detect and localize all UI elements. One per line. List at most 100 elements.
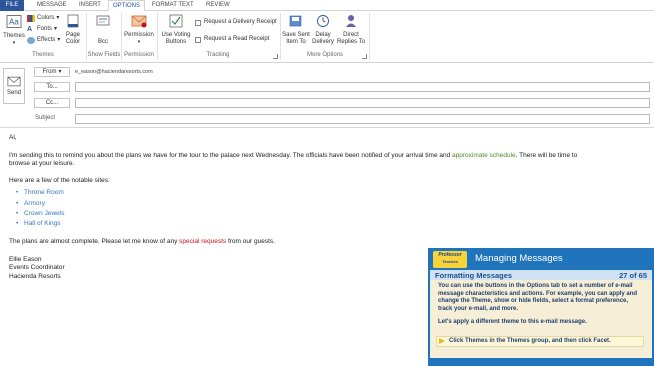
list-item: Armory xyxy=(16,200,45,207)
save-sent-item-button[interactable]: Save Sent Item To xyxy=(282,14,310,46)
voting-icon xyxy=(169,14,183,28)
page-color-icon xyxy=(67,14,79,28)
send-button[interactable]: Send xyxy=(3,68,25,104)
arrow-right-icon xyxy=(439,338,445,344)
tutorial-action: Click Themes in the Themes group, and th… xyxy=(436,336,644,347)
themes-group-label: Themes xyxy=(32,52,54,58)
bcc-button[interactable]: Bcc xyxy=(92,14,114,46)
header-divider xyxy=(0,127,654,128)
clock-icon xyxy=(317,15,329,27)
tutorial-text: You can use the buttons in the Options t… xyxy=(438,283,638,325)
tracking-group-label: Tracking xyxy=(206,52,230,58)
fonts-icon: A xyxy=(27,26,33,33)
delivery-receipt-label: Request a Delivery Receipt xyxy=(204,19,277,25)
cc-button[interactable]: Cc... xyxy=(34,98,70,108)
tutorial-panel: Professor Teaches Managing Messages Form… xyxy=(428,248,654,366)
show-fields-group-label: Show Fields xyxy=(87,52,121,58)
voting-label-2: Buttons xyxy=(165,39,187,45)
para1-text-b: . There will be time to xyxy=(515,151,578,159)
fonts-button[interactable]: A Fonts ▾ xyxy=(27,25,57,34)
send-label: Send xyxy=(6,90,21,96)
tab-message[interactable]: MESSAGE xyxy=(33,0,71,11)
direct-label-2: Replies To xyxy=(337,39,365,45)
delay-label-1: Delay xyxy=(315,32,331,38)
direct-replies-button[interactable]: Direct Replies To xyxy=(336,14,366,46)
direct-label-1: Direct xyxy=(343,32,359,38)
greeting: Al, xyxy=(9,134,17,141)
themes-label: Themes xyxy=(3,33,25,39)
permission-label: Permission xyxy=(124,32,154,38)
more-options-group-label: More Options xyxy=(306,52,343,58)
para1-text-a: I'm sending this to remind you about the… xyxy=(9,151,453,159)
from-label: From xyxy=(42,69,57,75)
read-receipt-checkbox[interactable]: Request a Read Receipt xyxy=(195,35,269,44)
voting-label-1: Use Voting xyxy=(161,32,191,38)
special-requests-link[interactable]: special requests xyxy=(179,238,226,245)
to-button[interactable]: To... xyxy=(34,82,70,92)
effects-button[interactable]: Effects ▾ xyxy=(27,36,60,45)
list-item: Hall of Kings xyxy=(16,220,60,227)
to-field[interactable] xyxy=(75,82,650,92)
colors-button[interactable]: Colors ▾ xyxy=(27,14,59,23)
tutorial-title: Managing Messages xyxy=(475,253,563,264)
fonts-label: Fonts xyxy=(37,26,53,32)
bcc-label: Bcc xyxy=(97,39,108,45)
professor-logo: Professor Teaches xyxy=(433,251,467,268)
subject-label: Subject xyxy=(35,115,56,121)
paragraph-2: The plans are almost complete. Please le… xyxy=(9,238,644,247)
page-color-label-1: Page xyxy=(65,32,80,38)
para2-text-b: from our guests. xyxy=(226,238,275,245)
chevron-down-icon: ▾ xyxy=(137,39,141,45)
effects-icon xyxy=(27,37,35,44)
tutorial-footer xyxy=(430,358,652,366)
user-reply-icon xyxy=(346,15,356,27)
list-item: Crown Jewels xyxy=(16,210,65,217)
save-folder-icon xyxy=(289,15,302,27)
sites-intro: Here are a few of the notable sites: xyxy=(9,176,110,184)
subject-field[interactable] xyxy=(75,114,650,124)
save-sent-label-2: Item To xyxy=(286,39,306,45)
delay-label-2: Delivery xyxy=(312,39,334,45)
save-sent-label-1: Save Sent xyxy=(282,32,310,38)
delay-delivery-button[interactable]: Delay Delivery xyxy=(310,14,336,46)
from-value: e_eason@haciendaresorts.com xyxy=(75,69,153,75)
checkbox-icon xyxy=(195,19,201,26)
tab-review[interactable]: REVIEW xyxy=(202,0,234,11)
checkbox-icon xyxy=(195,36,201,43)
paragraph-1-cont: browse at your leisure. xyxy=(9,160,75,167)
themes-icon: Aa xyxy=(6,15,22,28)
themes-button[interactable]: Aa Themes ▾ xyxy=(2,14,26,47)
tab-file[interactable]: FILE xyxy=(0,0,24,11)
bcc-icon xyxy=(96,15,110,26)
from-button[interactable]: From ▾ xyxy=(34,67,70,77)
tutorial-section: Formatting Messages xyxy=(435,271,513,280)
chevron-down-icon: ▾ xyxy=(12,40,16,46)
more-options-dialog-launcher[interactable] xyxy=(362,54,367,59)
paragraph-1: I'm sending this to remind you about the… xyxy=(9,152,644,161)
delivery-receipt-checkbox[interactable]: Request a Delivery Receipt xyxy=(195,18,277,27)
tab-format-text[interactable]: FORMAT TEXT xyxy=(148,0,198,11)
ribbon: Aa Themes ▾ Colors ▾ A Fonts ▾ Effects ▾ Pa… xyxy=(0,11,654,63)
page-color-button[interactable]: Page Color xyxy=(62,14,84,46)
send-icon xyxy=(7,76,21,87)
use-voting-buttons-button[interactable]: Use Voting Buttons xyxy=(160,14,192,46)
permission-button[interactable]: Permission ▾ xyxy=(123,14,155,46)
envelope-permission-icon xyxy=(131,15,147,28)
colors-label: Colors xyxy=(37,15,55,21)
tracking-dialog-launcher[interactable] xyxy=(273,54,278,59)
approximate-schedule-link[interactable]: approximate schedule xyxy=(452,152,516,159)
tab-insert[interactable]: INSERT xyxy=(75,0,105,11)
page-color-label-2: Color xyxy=(65,39,81,45)
message-body[interactable]: Al, I'm sending this to remind you about… xyxy=(9,134,644,185)
tutorial-page-count: 27 of 65 xyxy=(619,271,647,280)
permission-group-label: Permission xyxy=(124,52,154,58)
svg-text:Aa: Aa xyxy=(9,18,19,27)
group-divider xyxy=(280,13,281,60)
cc-field[interactable] xyxy=(75,98,650,108)
group-divider xyxy=(369,13,370,60)
ribbon-tab-bar: FILE MESSAGE INSERT OPTIONS FORMAT TEXT … xyxy=(0,0,654,12)
read-receipt-label: Request a Read Receipt xyxy=(204,36,270,42)
para2-text-a: The plans are almost complete. Please le… xyxy=(9,238,180,245)
effects-label: Effects xyxy=(37,37,56,43)
colors-icon xyxy=(27,15,35,22)
